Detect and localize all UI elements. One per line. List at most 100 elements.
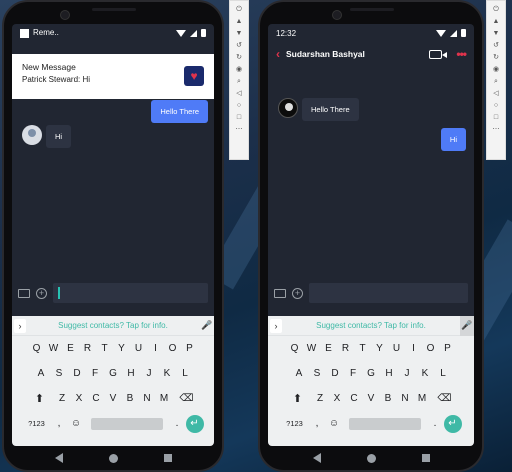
space-key[interactable]	[348, 417, 421, 430]
key[interactable]: E	[320, 343, 337, 354]
overview-icon[interactable]: □	[237, 113, 241, 122]
volume-up-icon[interactable]: ▲	[493, 17, 500, 26]
image-icon[interactable]	[274, 288, 286, 298]
key[interactable]: B	[380, 393, 397, 404]
key[interactable]: S	[308, 368, 326, 379]
key[interactable]: I	[147, 343, 164, 354]
zoom-icon[interactable]: ⌕	[494, 77, 498, 86]
image-icon[interactable]	[18, 288, 30, 298]
home-icon[interactable]: ○	[494, 101, 498, 110]
back-icon[interactable]: ◁	[236, 89, 241, 98]
zoom-icon[interactable]: ⌕	[237, 77, 241, 86]
backspace-icon[interactable]: ⌫	[173, 393, 201, 404]
comma-key[interactable]: ,	[309, 418, 326, 429]
key[interactable]: A	[32, 368, 50, 379]
symbols-key[interactable]: ?123	[23, 419, 51, 428]
chevron-right-icon[interactable]: ›	[270, 318, 282, 333]
key[interactable]: H	[122, 368, 140, 379]
enter-icon[interactable]: ↵	[185, 414, 204, 433]
space-key[interactable]	[90, 417, 163, 430]
message-input[interactable]	[309, 283, 468, 303]
nav-home-icon[interactable]	[366, 453, 376, 463]
key[interactable]: S	[50, 368, 68, 379]
key[interactable]: P	[439, 343, 456, 354]
key[interactable]: R	[337, 343, 354, 354]
key[interactable]: T	[354, 343, 371, 354]
key[interactable]: K	[158, 368, 176, 379]
power-icon[interactable]: ⏻	[236, 5, 242, 14]
rotate-right-icon[interactable]: ↻	[236, 53, 242, 62]
key[interactable]: D	[68, 368, 86, 379]
nav-back-icon[interactable]	[54, 453, 63, 463]
key[interactable]: Q	[286, 343, 303, 354]
rotate-left-icon[interactable]: ↺	[236, 41, 242, 50]
rotate-left-icon[interactable]: ↺	[493, 41, 499, 50]
home-icon[interactable]: ○	[237, 101, 241, 110]
key[interactable]: X	[71, 393, 88, 404]
period-key[interactable]: .	[169, 418, 186, 429]
outgoing-message[interactable]: Hi	[440, 128, 466, 151]
key[interactable]: T	[96, 343, 113, 354]
more-icon[interactable]: ⋯	[236, 125, 243, 134]
key[interactable]: U	[130, 343, 147, 354]
volume-up-icon[interactable]: ▲	[236, 17, 243, 26]
back-arrow-icon[interactable]: ‹	[276, 47, 280, 61]
key[interactable]: N	[397, 393, 414, 404]
outgoing-message[interactable]: Hello There	[151, 100, 208, 123]
nav-home-icon[interactable]	[108, 453, 118, 463]
key[interactable]: B	[122, 393, 139, 404]
add-icon[interactable]: +	[36, 287, 47, 299]
add-icon[interactable]: +	[292, 287, 303, 299]
camera-icon[interactable]: ◉	[236, 65, 242, 74]
incoming-message[interactable]: Hi	[46, 125, 72, 148]
key[interactable]: I	[405, 343, 422, 354]
key[interactable]: M	[156, 393, 173, 404]
key[interactable]: G	[104, 368, 122, 379]
key[interactable]: D	[326, 368, 344, 379]
key[interactable]: Z	[54, 393, 71, 404]
back-icon[interactable]: ◁	[493, 89, 498, 98]
key[interactable]: O	[422, 343, 439, 354]
video-call-icon[interactable]	[429, 49, 448, 59]
more-options-icon[interactable]: •••	[456, 47, 467, 61]
incoming-message[interactable]: Hello There	[302, 98, 359, 121]
key[interactable]: V	[105, 393, 122, 404]
contact-avatar[interactable]	[278, 98, 298, 118]
message-notification[interactable]: New Message Patrick Steward: Hi ♥	[12, 54, 214, 99]
key[interactable]: Q	[28, 343, 45, 354]
comma-key[interactable]: ,	[51, 418, 68, 429]
key[interactable]: L	[176, 368, 194, 379]
key[interactable]: C	[88, 393, 105, 404]
contact-avatar[interactable]	[22, 125, 42, 145]
key[interactable]: W	[45, 343, 62, 354]
microphone-icon[interactable]: 🎤	[460, 315, 474, 336]
key[interactable]: P	[181, 343, 198, 354]
volume-down-icon[interactable]: ▼	[236, 29, 243, 38]
key[interactable]: K	[416, 368, 434, 379]
key[interactable]: Y	[371, 343, 388, 354]
key[interactable]: G	[362, 368, 380, 379]
volume-down-icon[interactable]: ▼	[493, 29, 500, 38]
key[interactable]: W	[303, 343, 320, 354]
key[interactable]: N	[139, 393, 156, 404]
key[interactable]: V	[363, 393, 380, 404]
period-key[interactable]: .	[427, 418, 444, 429]
power-icon[interactable]: ⏻	[493, 5, 499, 14]
symbols-key[interactable]: ?123	[281, 419, 309, 428]
shift-icon[interactable]: ⬆	[284, 392, 312, 405]
message-input[interactable]	[53, 283, 208, 303]
key[interactable]: H	[380, 368, 398, 379]
key[interactable]: R	[79, 343, 96, 354]
shift-icon[interactable]: ⬆	[26, 392, 54, 405]
suggestion-text[interactable]: Suggest contacts? Tap for info.	[26, 321, 200, 330]
backspace-icon[interactable]: ⌫	[431, 393, 459, 404]
rotate-right-icon[interactable]: ↻	[493, 53, 499, 62]
key[interactable]: F	[344, 368, 362, 379]
key[interactable]: M	[414, 393, 431, 404]
more-icon[interactable]: ⋯	[493, 125, 500, 134]
emoji-icon[interactable]: ☺	[68, 418, 85, 429]
emoji-icon[interactable]: ☺	[326, 418, 343, 429]
nav-recent-icon[interactable]	[421, 454, 430, 462]
key[interactable]: E	[62, 343, 79, 354]
enter-icon[interactable]: ↵	[443, 414, 462, 433]
